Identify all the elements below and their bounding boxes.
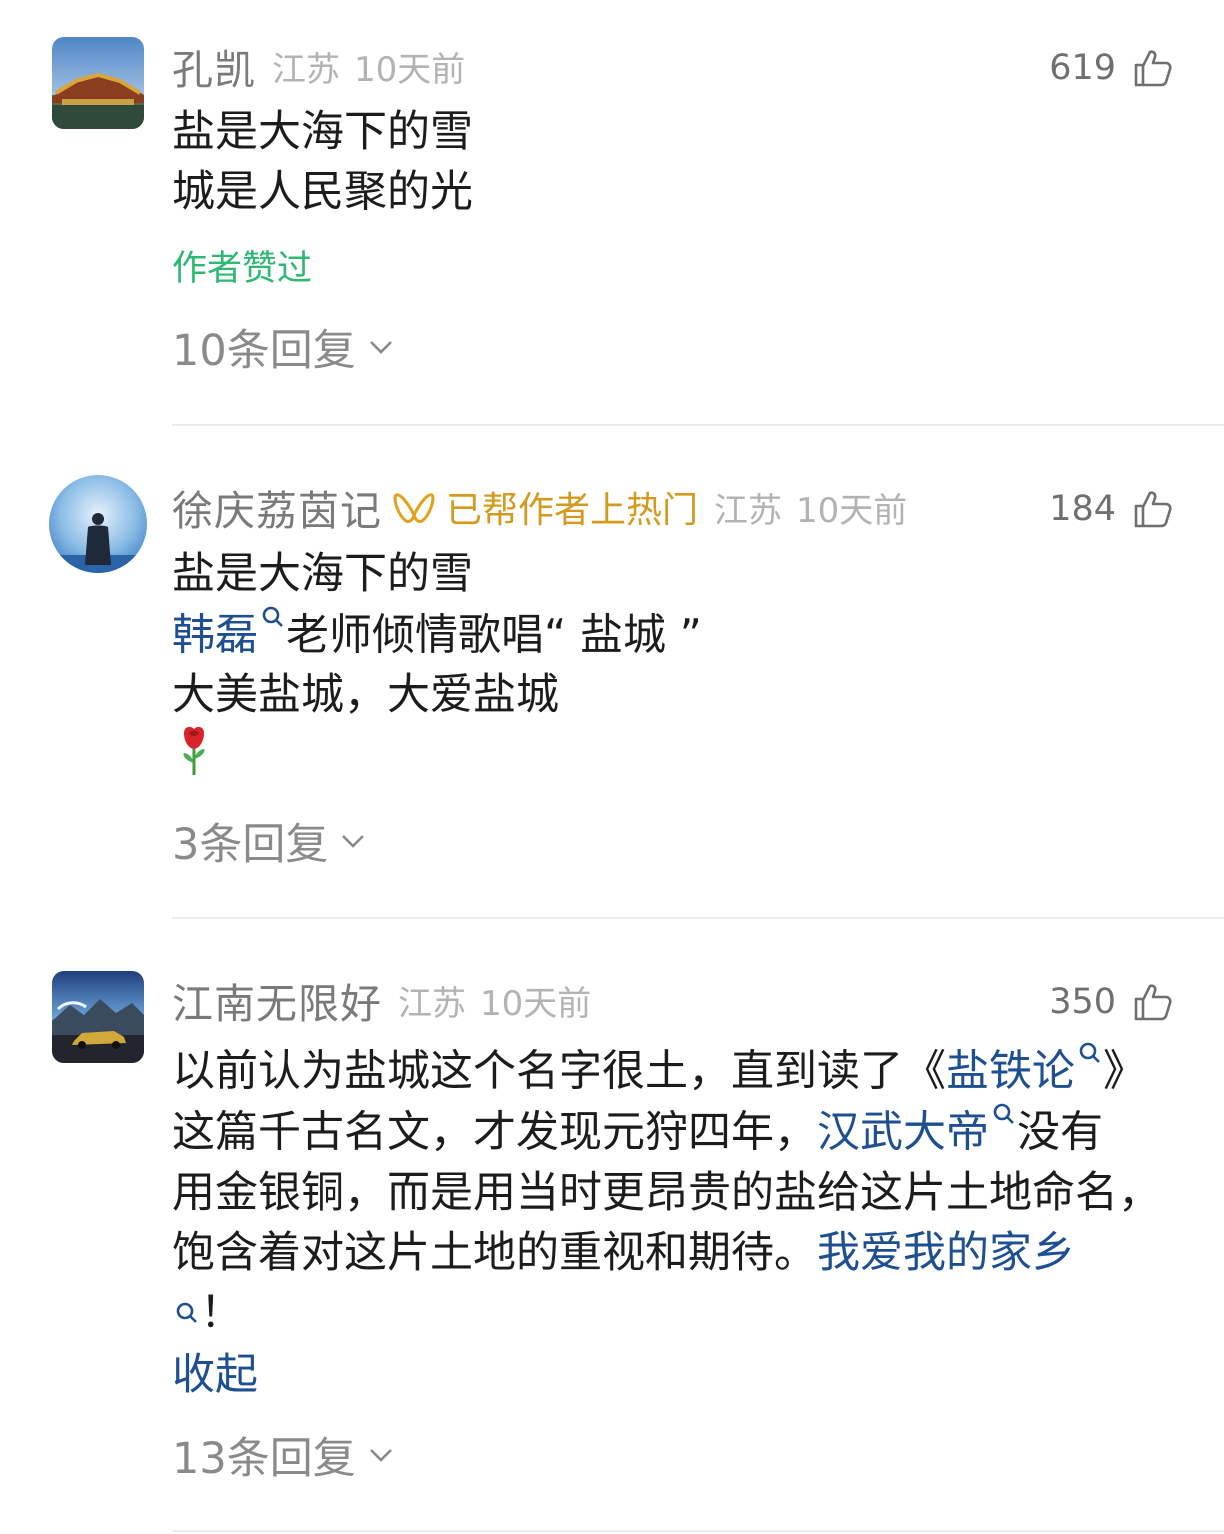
search-icon [1079, 1042, 1100, 1063]
avatar-image [49, 475, 147, 573]
like-count: 619 [1049, 48, 1116, 88]
comment-text: 以前认为盐城这个名字很土，直到读了《盐铁论》 这篇千古名文，才发现元狩四年，汉武… [172, 1040, 1184, 1343]
username[interactable]: 孔凯 [172, 36, 256, 96]
comment-line: 城是人民聚的光 [172, 167, 473, 217]
location: 江苏 [714, 490, 783, 531]
like-count: 184 [1049, 489, 1116, 529]
timestamp: 10天前 [480, 983, 592, 1024]
comment-line [172, 725, 1184, 793]
rose-emoji [172, 725, 216, 777]
comment-text: 盐是大海下的雪 韩磊 老师倾情歌唱“ 盐城 ” 大美盐城，大爱盐城 [172, 544, 1184, 793]
search-link[interactable]: 盐铁论 [946, 1046, 1075, 1096]
search-icon [176, 1302, 197, 1324]
comment-line: 饱含着对这片土地的重视和期待。我爱我的家乡 [172, 1223, 1184, 1283]
comment-text-segment: 》 [1103, 1046, 1146, 1097]
comment-line: 以前认为盐城这个名字很土，直到读了《盐铁论》 [172, 1040, 1184, 1101]
chevron-down-icon [369, 341, 392, 354]
avatar[interactable] [52, 37, 144, 129]
view-replies-button[interactable]: 10条回复 [172, 316, 396, 378]
divider [172, 1530, 1224, 1532]
avatar[interactable] [52, 971, 144, 1063]
location: 江苏 [398, 983, 466, 1024]
comment-text-segment: 以前认为盐城这个名字很土，直到读了《 [172, 1046, 946, 1097]
search-link[interactable]: 我爱我的家乡 [817, 1228, 1075, 1278]
like-count: 350 [1049, 982, 1116, 1022]
chevron-down-icon [369, 1449, 392, 1462]
comment-header: 徐庆荔茵记 已帮作者上热门 江苏 10天前 [172, 477, 907, 537]
thumbs-up-icon [1132, 981, 1174, 1023]
comment-text: 盐是大海下的雪 城是人民聚的光 [172, 102, 1184, 222]
comment-text-segment: ！ [200, 1287, 243, 1338]
comment-header: 孔凯 江苏 10天前 [172, 36, 465, 96]
like-button[interactable]: 184 [1049, 479, 1174, 539]
username[interactable]: 江南无限好 [172, 970, 382, 1030]
hot-badge-label: 已帮作者上热门 [446, 490, 699, 531]
collapse-button[interactable]: 收起 [172, 1340, 258, 1402]
avatar-image [52, 37, 144, 129]
comment-line: 韩磊 老师倾情歌唱“ 盐城 ” [172, 604, 1184, 665]
view-replies-button[interactable]: 3条回复 [172, 810, 368, 872]
like-button[interactable]: 350 [1049, 972, 1174, 1032]
author-liked-tag: 作者赞过 [172, 249, 313, 289]
avatar-image [52, 971, 144, 1063]
comment-line: 盐是大海下的雪 [172, 107, 473, 157]
search-link[interactable]: 韩磊 [172, 610, 258, 660]
replies-count: 3条回复 [172, 820, 329, 870]
comment-line: ！ [172, 1283, 1184, 1343]
comment-text-segment: 这篇千古名文，才发现元狩四年， [172, 1107, 817, 1158]
chevron-down-icon [342, 835, 365, 848]
timestamp: 10天前 [354, 49, 466, 90]
thumbs-up-icon [1132, 47, 1174, 89]
hot-badge-icon [392, 485, 436, 529]
location: 江苏 [272, 49, 340, 90]
comment-header: 江南无限好 江苏 10天前 [172, 970, 591, 1030]
comment-line: 用金银铜，而是用当时更昂贵的盐给这片土地命名， [172, 1167, 1161, 1218]
comment-text-segment: 饱含着对这片土地的重视和期待。 [172, 1227, 817, 1278]
like-button[interactable]: 619 [1049, 38, 1174, 98]
comment-text-segment: 老师倾情歌唱“ 盐城 ” [286, 610, 702, 661]
divider [172, 424, 1224, 426]
replies-count: 10条回复 [172, 326, 356, 376]
view-replies-button[interactable]: 13条回复 [172, 1424, 396, 1486]
replies-count: 13条回复 [172, 1434, 356, 1484]
thumbs-up-icon [1132, 488, 1174, 530]
username[interactable]: 徐庆荔茵记 [172, 477, 382, 537]
comment-line: 盐是大海下的雪 [172, 549, 473, 599]
comment-line: 这篇千古名文，才发现元狩四年，汉武大帝 没有 [172, 1101, 1184, 1162]
avatar[interactable] [49, 475, 147, 573]
search-icon [993, 1104, 1014, 1125]
timestamp: 10天前 [796, 490, 908, 531]
comment-line: 大美盐城，大爱盐城 [172, 670, 559, 721]
search-icon [262, 606, 283, 627]
divider [172, 917, 1224, 919]
comment-text-segment: 没有 [1017, 1107, 1103, 1158]
search-link[interactable]: 汉武大帝 [817, 1108, 989, 1158]
